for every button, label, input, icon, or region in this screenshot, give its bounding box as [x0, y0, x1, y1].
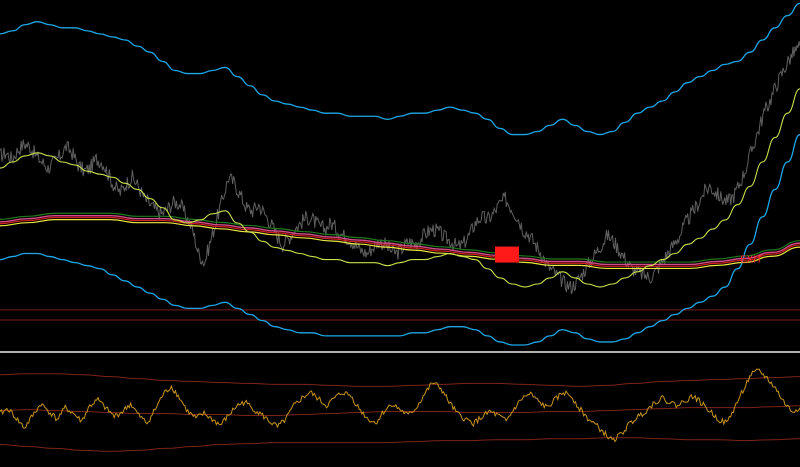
price-panel[interactable] [0, 2, 800, 346]
oscillator-panel[interactable] [0, 368, 800, 452]
entry-marker[interactable] [495, 246, 519, 263]
chart-canvas[interactable]: EXIT [0, 0, 800, 467]
signal-line [0, 88, 800, 288]
upper-band-line [0, 2, 800, 136]
oscillator-line [0, 368, 800, 443]
ma-line-pink [0, 214, 800, 266]
lower-band-line [0, 133, 800, 346]
oscillator-lower-band [0, 437, 800, 452]
trading-chart[interactable]: EXIT [0, 0, 800, 467]
exit-marker-label: EXIT [740, 255, 763, 266]
oscillator-upper-band [0, 373, 800, 387]
price-line [0, 41, 800, 295]
